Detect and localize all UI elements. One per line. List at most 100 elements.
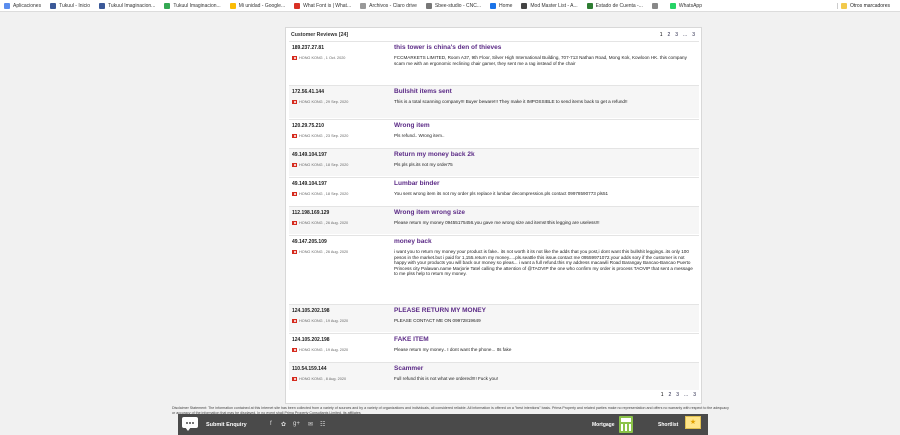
- bookmark-item[interactable]: Estado de Cuenta -...: [586, 2, 643, 9]
- submit-enquiry-button[interactable]: Submit Enquiry: [206, 422, 247, 428]
- review-author: 189.237.27.81 HONG KONG , 1 Oct. 2020: [292, 45, 387, 60]
- bookmark-item[interactable]: Mod Master List - A...: [521, 2, 578, 9]
- review-content: Lumbar binder You sent wrong item its not…: [394, 180, 694, 197]
- bookmark-label: Home: [499, 2, 513, 9]
- review-ip: 49.149.104.197: [292, 152, 327, 158]
- bookmark-item[interactable]: Tukuul Imaginacion...: [99, 2, 156, 9]
- hong-kong-flag-icon: [292, 134, 297, 138]
- review-author: 124.105.202.198 HONG KONG , 19 Aug. 2020: [292, 308, 387, 323]
- page-1-link[interactable]: 1: [661, 392, 664, 398]
- page-last-link[interactable]: 3: [692, 32, 695, 38]
- review-title: this tower is china's den of thieves: [394, 44, 502, 51]
- page-2-link[interactable]: 2: [668, 392, 671, 398]
- customer-reviews-panel: Customer Reviews [24] 1 2 3 ... 3 189.23…: [285, 27, 702, 404]
- apps-grid-icon: [4, 2, 10, 9]
- page-3-link[interactable]: 3: [676, 392, 679, 398]
- hong-kong-flag-icon: [292, 377, 297, 381]
- email-share-icon[interactable]: ✉: [308, 421, 313, 428]
- review-content: Scammer Full refund this is not what we o…: [394, 365, 694, 382]
- review-location-date: HONG KONG , 18 Sep. 2020: [299, 163, 349, 167]
- wechat-share-icon[interactable]: ☷: [320, 421, 325, 428]
- review-body: Pls pls pls.its not my order75: [394, 162, 453, 167]
- whatfont-icon: [294, 2, 301, 9]
- review-title: Wrong item: [394, 122, 430, 129]
- page-1-link[interactable]: 1: [660, 32, 663, 38]
- review-title: Bullshit items sent: [394, 88, 452, 95]
- review-location-date: HONG KONG , 26 Aug. 2020: [299, 250, 349, 254]
- review-title: money back: [394, 238, 432, 245]
- chat-bubble-icon[interactable]: [182, 417, 198, 431]
- other-bookmarks[interactable]: Otros marcadores: [840, 0, 890, 12]
- review-meta: HONG KONG , 19 Aug. 2020: [292, 319, 387, 323]
- review-meta: HONG KONG , 26 Aug. 2020: [292, 250, 387, 254]
- reviews-title: Customer Reviews [24]: [291, 31, 349, 38]
- review-author: 172.56.41.144 HONG KONG , 29 Sep. 2020: [292, 89, 387, 104]
- bookmark-item[interactable]: Tukuul Imaginacion...: [164, 2, 221, 9]
- bookmark-item[interactable]: Sbee-studio - CNC...: [425, 2, 481, 9]
- hong-kong-flag-icon: [292, 163, 297, 167]
- review-row: 49.149.104.197 HONG KONG , 18 Sep. 2020 Lu…: [289, 177, 699, 205]
- review-location-date: HONG KONG , 19 Aug. 2020: [299, 319, 349, 323]
- review-ip: 120.29.75.210: [292, 123, 324, 129]
- review-title: Scammer: [394, 365, 424, 372]
- review-ip: 112.198.169.129: [292, 210, 330, 216]
- facebook-icon: [50, 2, 57, 9]
- bookmark-item[interactable]: Archivos - Claro drive: [360, 2, 417, 9]
- review-ip: 124.105.202.198: [292, 308, 330, 314]
- review-location-date: HONG KONG , 23 Sep. 2020: [299, 134, 349, 138]
- drive-icon: [229, 2, 236, 9]
- review-ip: 189.237.27.81: [292, 45, 324, 51]
- pagination-bottom: 1 2 3 ... 3: [656, 392, 696, 398]
- pagination-top: 1 2 3 ... 3: [655, 32, 695, 38]
- bookmark-item[interactable]: [651, 2, 661, 9]
- hong-kong-flag-icon: [292, 250, 297, 254]
- review-ip: 49.147.205.109: [292, 239, 327, 245]
- review-body: You sent wrong item its not my order pls…: [394, 191, 609, 196]
- review-content: this tower is china's den of thieves FCCM…: [394, 44, 694, 66]
- bookmark-item[interactable]: Mi unidad - Google...: [229, 2, 285, 9]
- pager-ellipsis: ...: [683, 31, 688, 38]
- bookmark-item[interactable]: What Font is | What...: [294, 2, 351, 9]
- facebook-share-icon[interactable]: f: [270, 421, 272, 427]
- review-body: Full refund this is not what we ordered!…: [394, 376, 498, 381]
- maps-pin-icon: [164, 2, 171, 9]
- star-icon[interactable]: ★: [685, 416, 701, 429]
- review-meta: HONG KONG , 18 Sep. 2020: [292, 192, 387, 196]
- review-content: FAKE ITEM Please return my money.. I dont…: [394, 336, 694, 353]
- bookmark-item[interactable]: Home: [490, 2, 513, 9]
- review-body: Please return my money.. I dont want the…: [394, 347, 512, 352]
- review-body: Please return my money 09455175456.you g…: [394, 220, 600, 225]
- review-row: 124.105.202.198 HONG KONG , 19 Aug. 2020 F…: [289, 333, 699, 361]
- other-bookmarks-label: Otros marcadores: [849, 3, 890, 9]
- page-2-link[interactable]: 2: [667, 32, 670, 38]
- page-last-link[interactable]: 3: [693, 392, 696, 398]
- hong-kong-flag-icon: [292, 221, 297, 225]
- hong-kong-flag-icon: [292, 192, 297, 196]
- folder-icon: [840, 3, 847, 9]
- mortgage-link[interactable]: Mortgage: [592, 422, 615, 428]
- review-row: 124.105.202.198 HONG KONG , 19 Aug. 2020 P…: [289, 304, 699, 332]
- review-content: Wrong item Pls refund.. Wrong item..: [394, 122, 694, 139]
- weibo-share-icon[interactable]: ✿: [281, 421, 286, 428]
- page-3-link[interactable]: 3: [675, 32, 678, 38]
- review-meta: HONG KONG , 8 Aug. 2020: [292, 377, 387, 381]
- bookmark-item[interactable]: Tukuul - Inicio: [50, 2, 91, 9]
- review-row: 120.29.75.210 HONG KONG , 23 Sep. 2020 Wro…: [289, 119, 699, 147]
- review-meta: HONG KONG , 29 Sep. 2020: [292, 100, 387, 104]
- bookmark-label: WhatsApp: [678, 2, 702, 9]
- calculator-icon[interactable]: [619, 416, 633, 433]
- sticky-footer-bar: Submit Enquiry f ✿ g+ ✉ ☷ Mortgage Short…: [178, 414, 708, 435]
- shortlist-link[interactable]: Shortlist: [658, 422, 678, 428]
- review-row: 112.198.169.129 HONG KONG , 26 Aug. 2020 W…: [289, 206, 699, 234]
- bookmark-item[interactable]: Aplicaciones: [4, 2, 42, 9]
- google-plus-share-icon[interactable]: g+: [293, 421, 300, 427]
- review-title: Wrong item wrong size: [394, 209, 466, 216]
- review-location-date: HONG KONG , 29 Sep. 2020: [299, 100, 349, 104]
- bookmark-label: Tukuul Imaginacion...: [108, 2, 156, 9]
- mod-icon: [521, 2, 528, 9]
- review-author: 124.105.202.198 HONG KONG , 19 Aug. 2020: [292, 337, 387, 352]
- bookmark-item[interactable]: WhatsApp: [669, 2, 702, 9]
- bookmark-label: Aplicaciones: [13, 2, 42, 9]
- bookmarks-separator: [837, 3, 838, 9]
- bookmark-label: Tukuul - Inicio: [59, 2, 91, 9]
